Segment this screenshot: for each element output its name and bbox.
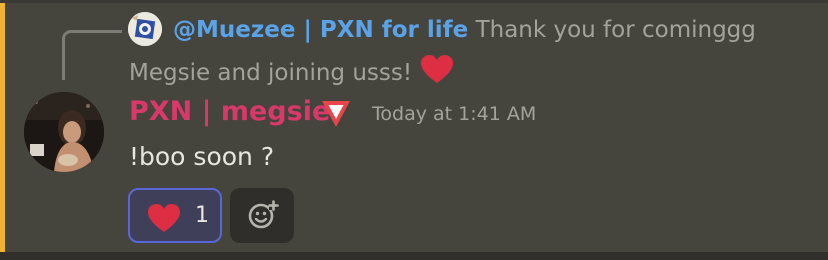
- add-reaction-button[interactable]: [230, 188, 294, 243]
- avatar[interactable]: [24, 92, 104, 172]
- reply-text-line-2: Megsie and joining usss!: [129, 60, 413, 86]
- reply-text-line-1: Thank you for cominggg: [475, 17, 756, 43]
- reply-preview-line-2[interactable]: Megsie and joining usss!: [129, 54, 779, 92]
- message-timestamp[interactable]: Today at 1:41 AM: [372, 101, 536, 127]
- message-username[interactable]: PXN | megsie: [129, 95, 330, 129]
- reply-preview-line-1[interactable]: @Muezee | PXN for life Thank you for com…: [173, 15, 823, 45]
- downward-triangle-icon[interactable]: [320, 99, 352, 129]
- reply-author[interactable]: @Muezee | PXN for life: [173, 17, 468, 43]
- avatar-image: [24, 92, 104, 172]
- reaction-count: 1: [195, 203, 209, 228]
- reply-avatar-image: [128, 12, 162, 46]
- bottom-divider: [0, 252, 828, 260]
- message-content: !boo soon ?: [129, 142, 275, 171]
- heart-icon: [420, 54, 454, 92]
- top-divider: [0, 0, 828, 3]
- reaction-heart-button[interactable]: 1: [128, 188, 222, 243]
- reply-spine: [62, 30, 122, 80]
- chat-message-frame: @Muezee | PXN for life Thank you for com…: [0, 0, 828, 260]
- heart-icon: [147, 203, 181, 233]
- reply-avatar[interactable]: [128, 12, 162, 46]
- mention-highlight-bar: [0, 3, 5, 252]
- add-emoji-icon: [248, 200, 279, 229]
